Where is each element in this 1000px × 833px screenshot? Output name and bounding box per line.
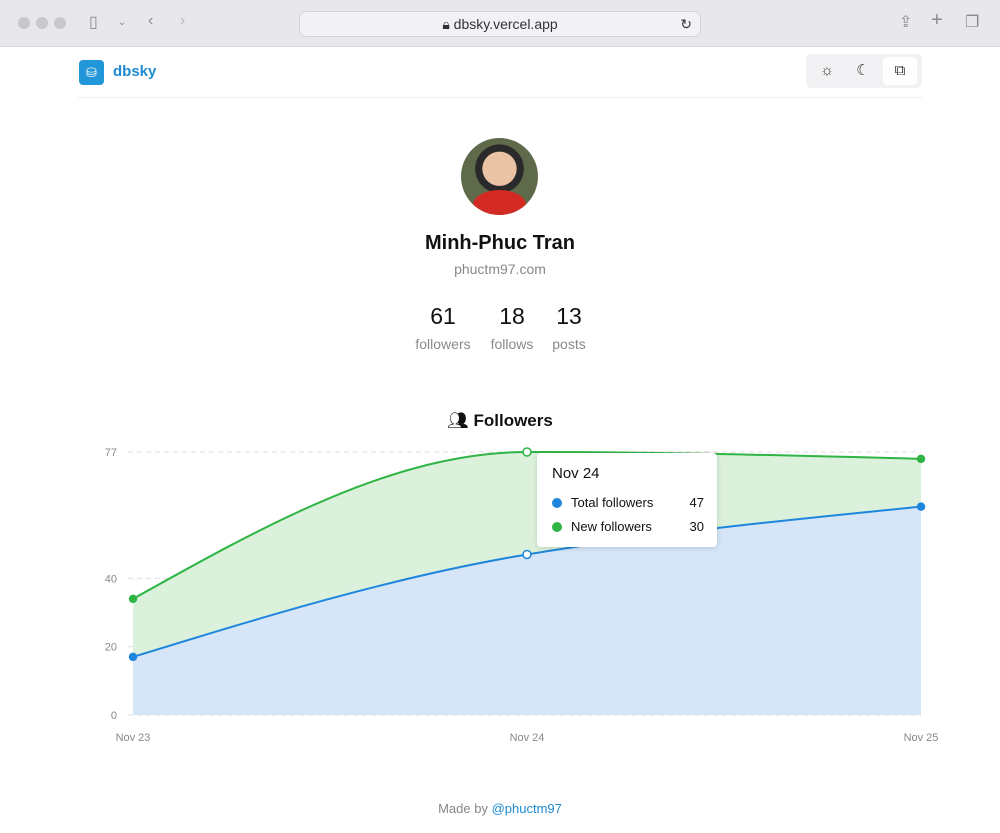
followers-chart: 0 20 40 77 Nov 23 Nov 24 Nov 25	[105, 447, 939, 744]
tooltip-row-total: Total followers 47	[552, 495, 704, 510]
chart-tooltip: Nov 24 Total followers 47 New followers 30	[537, 453, 717, 547]
y-tick-label: 20	[105, 642, 117, 654]
data-point	[916, 502, 926, 511]
data-point	[522, 549, 532, 560]
x-tick-label: Nov 24	[510, 732, 545, 744]
y-tick-label: 0	[111, 710, 117, 722]
y-tick-label: 77	[105, 447, 117, 459]
data-point	[916, 454, 926, 464]
x-tick-label: Nov 25	[904, 732, 939, 744]
data-point	[522, 447, 532, 457]
data-point	[128, 652, 138, 662]
tooltip-date: Nov 24	[552, 465, 600, 482]
legend-dot-icon	[552, 498, 562, 508]
footer: Made by @phuctm97	[438, 801, 562, 816]
x-tick-label: Nov 23	[116, 732, 151, 744]
y-tick-label: 40	[105, 573, 117, 585]
data-point	[128, 594, 138, 604]
tooltip-row-new: New followers 30	[552, 519, 704, 534]
author-link[interactable]: @phuctm97	[492, 801, 562, 816]
legend-dot-icon	[552, 522, 562, 532]
